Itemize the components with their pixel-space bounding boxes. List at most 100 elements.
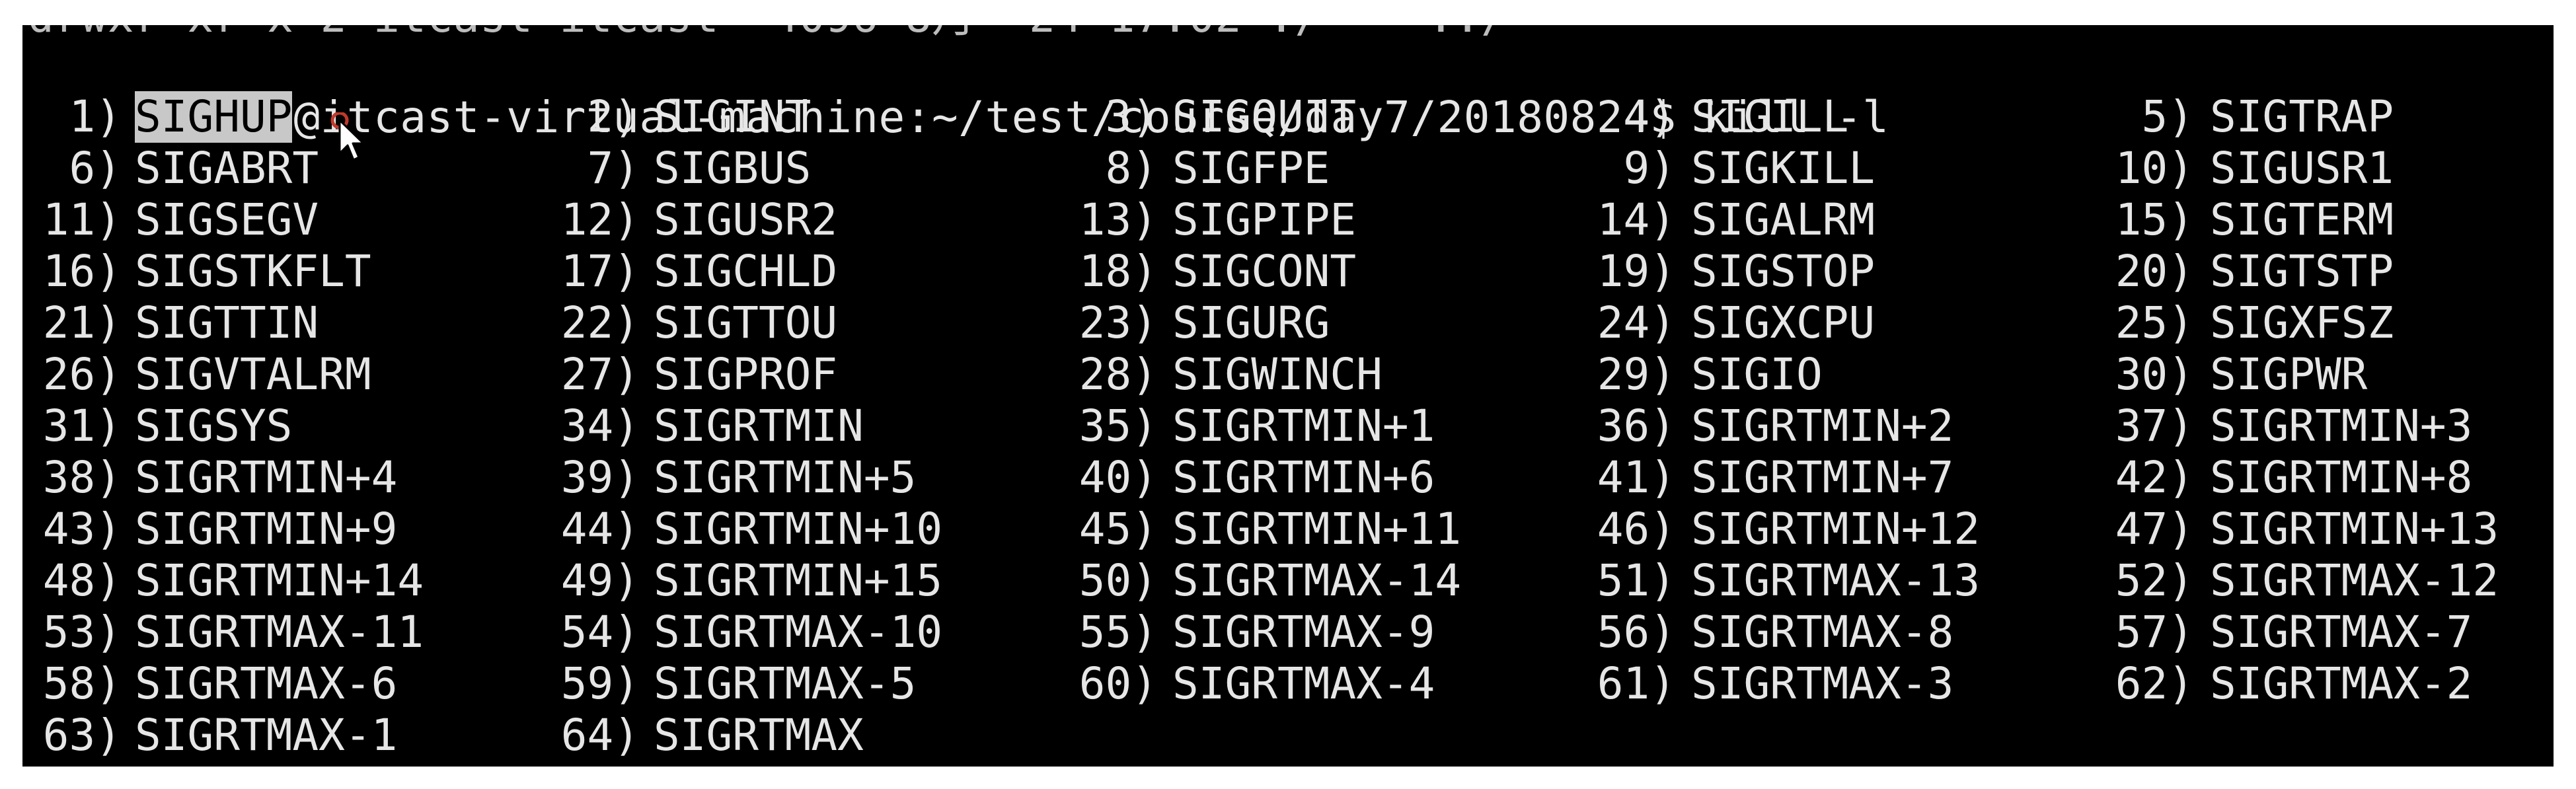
signal-number: 4) bbox=[1623, 91, 1676, 142]
signal-row: 31) SIGSYS 34) SIGRTMIN 35) SIGRTMIN+1 36) SIGR… bbox=[22, 400, 2554, 452]
signal-number: 25) bbox=[2115, 297, 2194, 348]
signal-row: 11) SIGSEGV 12) SIGUSR2 13) SIGPIPE 14) SIGALRM… bbox=[22, 194, 2554, 246]
signal-name[interactable]: SIGURG bbox=[1172, 297, 1330, 349]
signal-number: 56) bbox=[1597, 607, 1676, 658]
signal-name[interactable]: SIGIO bbox=[1691, 349, 1823, 400]
terminal-window[interactable]: drwxr-xr-x 2 itcast itcast 4096 8月 24 17… bbox=[22, 25, 2554, 767]
signal-name[interactable]: SIGRTMIN+15 bbox=[654, 555, 942, 607]
signal-name[interactable]: SIGRTMIN+11 bbox=[1172, 504, 1461, 555]
signal-name[interactable]: SIGTSTP bbox=[2210, 246, 2394, 297]
signal-name[interactable]: SIGRTMIN+2 bbox=[1691, 400, 1953, 452]
signal-name[interactable]: SIGFPE bbox=[1172, 143, 1330, 194]
signal-number: 59) bbox=[560, 658, 640, 709]
signal-name[interactable]: SIGUSR1 bbox=[2210, 143, 2394, 194]
signal-number: 63) bbox=[42, 710, 122, 761]
signal-name[interactable]: SIGRTMAX-2 bbox=[2210, 658, 2472, 710]
signal-name[interactable]: SIGSTOP bbox=[1691, 246, 1875, 297]
signal-name[interactable]: SIGKILL bbox=[1691, 143, 1875, 194]
signal-name[interactable]: SIGRTMAX-8 bbox=[1691, 607, 1953, 658]
signal-name[interactable]: SIGVTALRM bbox=[135, 349, 371, 400]
signal-row: 1) SIGHUP 2) SIGINT 3) SIGQUIT 4) SIGILL 5) SIGTR… bbox=[22, 91, 2554, 143]
signal-name[interactable]: SIGUSR2 bbox=[654, 194, 837, 246]
selected-signal-name[interactable]: SIGHUP bbox=[135, 91, 293, 143]
signal-name[interactable]: SIGILL bbox=[1691, 91, 1848, 143]
signal-name[interactable]: SIGPROF bbox=[654, 349, 837, 400]
signal-number: 17) bbox=[560, 246, 640, 297]
signal-name[interactable]: SIGRTMAX-10 bbox=[654, 607, 942, 658]
signal-name[interactable]: SIGPIPE bbox=[1172, 194, 1356, 246]
signal-number: 46) bbox=[1597, 504, 1676, 554]
signal-name[interactable]: SIGCONT bbox=[1172, 246, 1356, 297]
signal-name[interactable]: SIGRTMAX-5 bbox=[654, 658, 916, 710]
signal-name[interactable]: SIGABRT bbox=[135, 143, 319, 194]
signal-number: 18) bbox=[1079, 246, 1158, 297]
signal-name[interactable]: SIGRTMAX-12 bbox=[2210, 555, 2499, 607]
signal-name[interactable]: SIGRTMAX-11 bbox=[135, 607, 424, 658]
signal-name[interactable]: SIGRTMIN+7 bbox=[1691, 452, 1953, 504]
signal-name[interactable]: SIGRTMIN+1 bbox=[1172, 400, 1435, 452]
signal-number: 57) bbox=[2115, 607, 2194, 658]
command-line[interactable]: itcast@itcast-virtual-machine:~/test/cou… bbox=[28, 38, 1889, 143]
signal-name[interactable]: SIGTTOU bbox=[654, 297, 837, 349]
signal-name[interactable]: SIGRTMAX-4 bbox=[1172, 658, 1435, 710]
signal-name[interactable]: SIGRTMAX-3 bbox=[1691, 658, 1953, 710]
signal-row: 63) SIGRTMAX-1 64) SIGRTMAX bbox=[22, 710, 2554, 761]
signal-name[interactable]: SIGRTMAX-1 bbox=[135, 710, 397, 761]
signal-name[interactable]: SIGALRM bbox=[1691, 194, 1875, 246]
signal-name[interactable]: SIGRTMAX-6 bbox=[135, 658, 397, 710]
signal-number: 58) bbox=[42, 658, 122, 709]
signal-name[interactable]: SIGRTMAX-7 bbox=[2210, 607, 2472, 658]
signal-name[interactable]: SIGTRAP bbox=[2210, 91, 2394, 143]
signal-number: 23) bbox=[1079, 297, 1158, 348]
signal-name[interactable]: SIGRTMIN+13 bbox=[2210, 504, 2499, 555]
signal-name[interactable]: SIGINT bbox=[654, 91, 811, 143]
signal-number: 47) bbox=[2115, 504, 2194, 554]
signal-number: 12) bbox=[560, 194, 640, 245]
signal-name[interactable]: SIGRTMAX-14 bbox=[1172, 555, 1461, 607]
signal-number: 60) bbox=[1079, 658, 1158, 709]
signal-number: 6) bbox=[69, 143, 122, 194]
signal-name[interactable]: SIGRTMIN+6 bbox=[1172, 452, 1435, 504]
signal-name[interactable]: SIGSEGV bbox=[135, 194, 319, 246]
signal-number: 48) bbox=[42, 555, 122, 606]
signal-number: 30) bbox=[2115, 349, 2194, 400]
signal-number: 61) bbox=[1597, 658, 1676, 709]
signal-name[interactable]: SIGSYS bbox=[135, 400, 292, 452]
signal-number: 35) bbox=[1079, 400, 1158, 451]
signal-number: 24) bbox=[1597, 297, 1676, 348]
signal-name[interactable]: SIGBUS bbox=[654, 143, 811, 194]
signal-number: 51) bbox=[1597, 555, 1676, 606]
signal-name[interactable]: SIGXCPU bbox=[1691, 297, 1875, 349]
signal-name[interactable]: SIGXFSZ bbox=[2210, 297, 2394, 349]
signal-name[interactable]: SIGRTMAX-13 bbox=[1691, 555, 1980, 607]
signal-name[interactable]: SIGRTMAX-9 bbox=[1172, 607, 1435, 658]
signal-number: 37) bbox=[2115, 400, 2194, 451]
signal-name[interactable]: SIGQUIT bbox=[1172, 91, 1356, 143]
signal-name[interactable]: SIGRTMIN+8 bbox=[2210, 452, 2472, 504]
signal-name[interactable]: SIGRTMIN+10 bbox=[654, 504, 942, 555]
signal-name[interactable]: SIGRTMAX bbox=[654, 710, 864, 761]
signal-name[interactable]: SIGPWR bbox=[2210, 349, 2367, 400]
signal-number: 10) bbox=[2115, 143, 2194, 194]
signal-number: 21) bbox=[42, 297, 122, 348]
signal-row: 43) SIGRTMIN+9 44) SIGRTMIN+10 45) SIGRTMIN+1… bbox=[22, 504, 2554, 555]
signal-name[interactable]: SIGTERM bbox=[2210, 194, 2394, 246]
signal-name[interactable]: SIGRTMIN+3 bbox=[2210, 400, 2472, 452]
signal-row: 48) SIGRTMIN+14 49) SIGRTMIN+15 50) SIGRTMAX-… bbox=[22, 555, 2554, 607]
signal-name[interactable]: SIGWINCH bbox=[1172, 349, 1383, 400]
signal-name[interactable]: SIGRTMIN+5 bbox=[654, 452, 916, 504]
signal-number: 8) bbox=[1105, 143, 1158, 194]
signal-name[interactable]: SIGSTKFLT bbox=[135, 246, 371, 297]
signal-name[interactable]: SIGRTMIN+4 bbox=[135, 452, 397, 504]
signal-name[interactable]: SIGRTMIN bbox=[654, 400, 864, 452]
signal-row: 21) SIGTTIN 22) SIGTTOU 23) SIGURG 24) SIGXCPU 2… bbox=[22, 297, 2554, 349]
signal-row: 6) SIGABRT 7) SIGBUS 8) SIGFPE 9) SIGKILL 10) SIG… bbox=[22, 143, 2554, 194]
signal-number: 38) bbox=[42, 452, 122, 503]
signal-name[interactable]: SIGRTMIN+14 bbox=[135, 555, 424, 607]
signal-number: 11) bbox=[42, 194, 122, 245]
signal-number: 26) bbox=[42, 349, 122, 400]
signal-name[interactable]: SIGCHLD bbox=[654, 246, 837, 297]
signal-name[interactable]: SIGTTIN bbox=[135, 297, 319, 349]
signal-name[interactable]: SIGRTMIN+12 bbox=[1691, 504, 1980, 555]
signal-name[interactable]: SIGRTMIN+9 bbox=[135, 504, 397, 555]
